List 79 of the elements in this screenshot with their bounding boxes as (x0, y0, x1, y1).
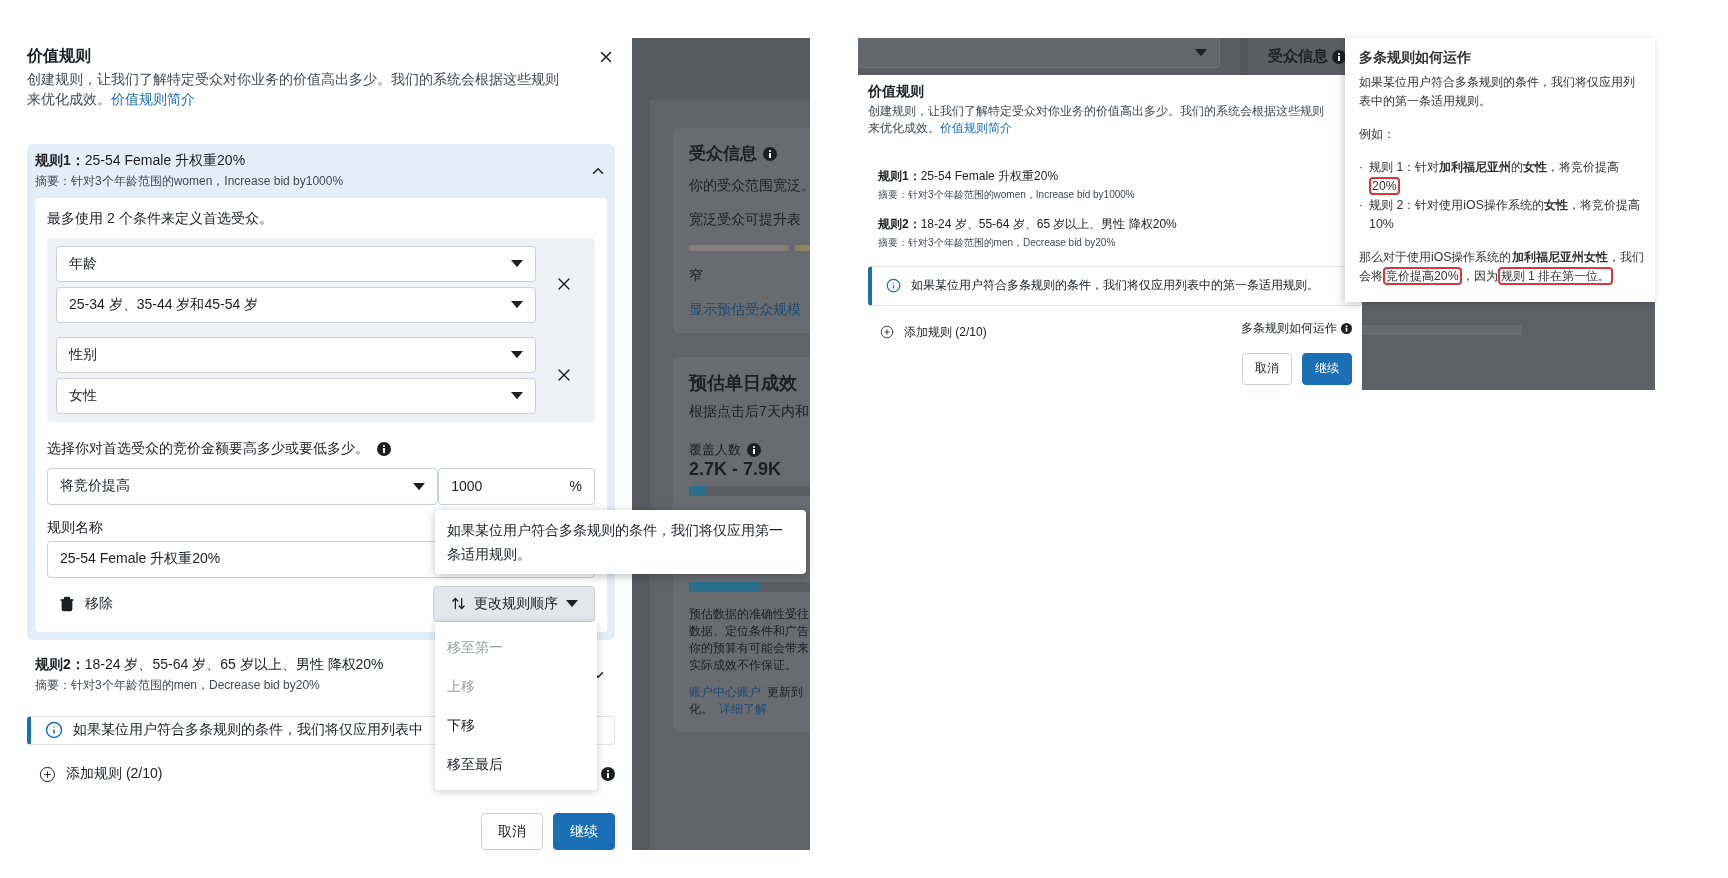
sort-icon (450, 596, 466, 612)
plus-circle-icon (880, 325, 894, 340)
caret-down-icon (511, 301, 523, 309)
scale-label: 窄 (689, 267, 704, 285)
bullet-mark: · (1359, 197, 1364, 214)
cancel-button[interactable]: 取消 (481, 813, 543, 850)
rule-heading: 规则2：18-24 岁、55-64 岁、65 岁以上、男性 降权20% (878, 215, 1177, 233)
popover-text: 例如： (1359, 126, 1396, 143)
popover-title: 多条规则如何运作 (1359, 48, 1472, 67)
footer-text: 化。 (689, 701, 713, 718)
menu-item[interactable]: 下移 (435, 706, 597, 745)
rule-heading: 规则1：25-54 Female 升权重20% (878, 167, 1059, 185)
info-icon (45, 721, 63, 740)
continue-button[interactable]: 继续 (553, 813, 615, 850)
note-text: 数据、定位条件和广告 (689, 623, 810, 640)
caret-down-icon (413, 482, 426, 490)
remove-button[interactable]: 移除 (47, 590, 125, 617)
caret-down-icon (511, 351, 523, 359)
help-link[interactable]: 价值规则简介 (111, 91, 195, 108)
rule-heading: 规则1：25-54 Female 升权重20% (35, 151, 246, 170)
card-text: 你的受众范围宽泛。 (689, 177, 810, 195)
info-icon[interactable] (747, 443, 761, 457)
popover-text: 那么对于使用iOS操作系统的加利福尼亚州女性，我们会将 竞价提高20% ，因为 规则 1 排在第一位。 (1359, 249, 1645, 286)
banner-text: 如果某位用户符合多条规则的条件，我们将仅应用列表中的第一条适用规则。 (911, 277, 1319, 295)
popover-text: 如果某位用户符合多条规则的条件，我们将仅应用列表中的第一条适用规则。 (1359, 74, 1636, 110)
bid-amount-field[interactable]: 1000 % (438, 467, 595, 505)
condition-select[interactable]: 年龄 (56, 245, 536, 282)
rule-summary: 摘要：针对3个年龄范围的men，Decrease bid by20% (878, 235, 1116, 250)
metric-label: 覆盖人数 (689, 441, 741, 459)
add-rule-button[interactable]: 添加规则 (2/10) (868, 319, 999, 345)
help-link[interactable]: 价值规则简介 (940, 121, 1012, 136)
tooltip: 如果某位用户符合多条规则的条件，我们将仅应用第一条适用规则。 (435, 510, 806, 574)
hint-text: 最多使用 2 个条件来定义首选受众。 (47, 209, 274, 228)
description-text: 创建规则，让我们了解特定受众对你业务的价值高出多少。我们的系统会根据这些规则来优化成效。价值规则简介 (27, 70, 560, 110)
info-icon[interactable] (1341, 322, 1352, 334)
caret-down-icon (565, 600, 578, 608)
note-text: 你的预算有可能会带来 (689, 640, 810, 657)
note-text: 实际成效不作保证。 (689, 657, 798, 674)
condition-select[interactable]: 性别 (56, 336, 536, 373)
metric-value: 2.7K - 7.9K (689, 459, 783, 480)
trash-icon (59, 595, 75, 612)
caret-down-icon (1195, 48, 1207, 57)
card-text: 宽泛受众可提升表 (689, 211, 802, 229)
plus-circle-icon (39, 765, 56, 783)
modal-title: 价值规则 (868, 83, 925, 101)
rule-summary: 摘要：针对3个年龄范围的women，Increase bid by1000% (878, 187, 1135, 202)
value-select[interactable]: 女性 (56, 377, 536, 414)
rule-summary: 摘要：针对3个年龄范围的women，Increase bid by1000% (35, 172, 344, 190)
rule-summary: 摘要：针对3个年龄范围的men，Decrease bid by20% (35, 676, 320, 694)
info-icon[interactable] (763, 146, 777, 161)
caret-down-icon (511, 392, 523, 400)
caret-down-icon (511, 260, 523, 268)
card-title: 受众信息 (689, 143, 757, 165)
card-title: 受众信息 (1268, 47, 1328, 66)
bid-label: 选择你对首选受众的竞价金额要高多少或要低多少。 (47, 439, 369, 458)
card-title: 预估单日成效 (689, 372, 798, 395)
description-text: 创建规则，让我们了解特定受众对你业务的价值高出多少。我们的系统会根据这些规则来优化成效。价值规则简介 (868, 103, 1325, 138)
reorder-button[interactable]: 更改规则顺序 (433, 585, 595, 622)
value-select[interactable]: 25-34 岁、35-44 岁和45-54 岁 (56, 286, 536, 323)
info-icon[interactable] (601, 767, 615, 781)
modal-title: 价值规则 (27, 46, 91, 66)
info-icon[interactable] (1332, 49, 1346, 64)
menu-item[interactable]: 移至最后 (435, 745, 597, 784)
card-text: 根据点击后7天内和 (689, 403, 810, 421)
info-icon (886, 278, 901, 294)
rule-heading: 规则2：18-24 岁、55-64 岁、65 岁以上、男性 降权20% (35, 655, 384, 674)
banner-text: 如果某位用户符合多条规则的条件，我们将仅应用列表中 (73, 721, 423, 740)
how-rules-work-link[interactable]: 多条规则如何运作 (1241, 319, 1352, 337)
bid-direction-select[interactable]: 将竞价提高 (47, 467, 439, 505)
continue-button[interactable]: 继续 (1302, 352, 1352, 385)
bullet-text: 规则 2：针对使用iOS操作系统的女性，将竞价提高10% (1369, 197, 1641, 233)
add-rule-button[interactable]: 添加规则 (2/10) (27, 761, 175, 787)
name-label: 规则名称 (47, 518, 103, 537)
info-icon[interactable] (377, 441, 391, 456)
bullet-mark: · (1359, 159, 1364, 176)
bullet-text: 规则 1：针对加利福尼亚州的女性，将竞价提高 20% (1369, 159, 1621, 196)
note-text: 预估数据的准确性受往 (689, 606, 810, 623)
footer-text: 更新到 (767, 684, 803, 701)
cancel-button[interactable]: 取消 (1242, 352, 1292, 385)
